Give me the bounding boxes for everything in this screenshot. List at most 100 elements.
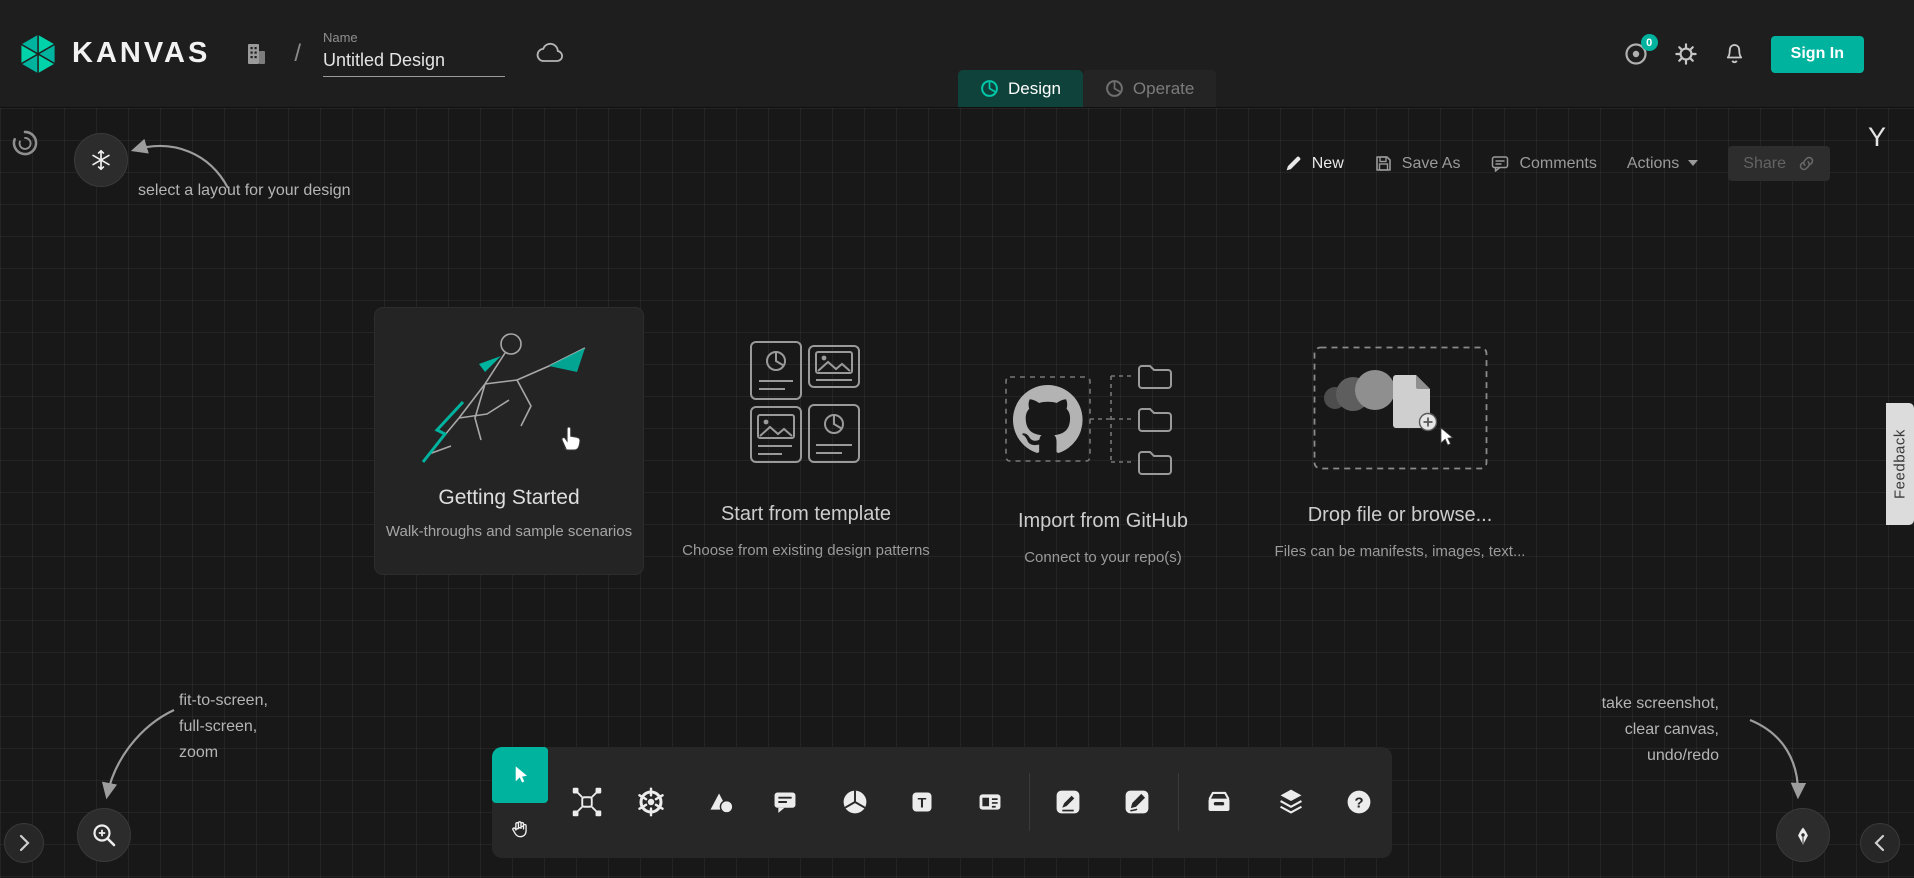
- save-as-button[interactable]: Save As: [1374, 154, 1461, 173]
- comment-icon: [766, 783, 804, 821]
- getting-started-caption: Walk-throughs and sample scenarios: [386, 523, 632, 540]
- tab-design[interactable]: Design: [958, 70, 1083, 107]
- tool-pan[interactable]: [498, 806, 542, 852]
- design-tab-icon: [980, 79, 999, 98]
- drop-file-caption: Files can be manifests, images, text...: [1275, 543, 1526, 560]
- card-icon: [971, 783, 1009, 821]
- help-icon: ?: [1340, 783, 1378, 821]
- drawer-icon: [1200, 783, 1238, 821]
- getting-started-illustration: [389, 322, 629, 482]
- design-actions-toolbar: New Save As Comments Actions Sh: [1284, 146, 1830, 181]
- tool-layers[interactable]: [1269, 780, 1313, 824]
- drop-file-card[interactable]: Drop file or browse... Files can be mani…: [1269, 346, 1531, 560]
- text-icon: T: [903, 783, 941, 821]
- comments-label: Comments: [1519, 155, 1596, 173]
- pencil-icon: [1284, 154, 1303, 173]
- save-as-label: Save As: [1402, 155, 1461, 173]
- chevron-left-icon: [1874, 834, 1886, 852]
- start-from-template-caption: Choose from existing design patterns: [682, 542, 930, 559]
- tool-shapes[interactable]: [698, 780, 742, 824]
- operate-tab-icon: [1105, 79, 1124, 98]
- tool-components[interactable]: [565, 780, 609, 824]
- meshery-spiral-icon[interactable]: [8, 126, 42, 165]
- meshery-logo-icon: [836, 783, 874, 821]
- drop-file-title: Drop file or browse...: [1308, 504, 1493, 527]
- layout-button[interactable]: [74, 133, 128, 187]
- github-import-icon: [1005, 360, 1201, 482]
- cloud-sync-icon[interactable]: [535, 42, 565, 66]
- annotation-pen-button[interactable]: [1776, 808, 1830, 862]
- actions-label: Actions: [1627, 155, 1679, 173]
- actions-dropdown[interactable]: Actions: [1627, 155, 1698, 173]
- annotate-pen-icon: [1049, 783, 1087, 821]
- topbar-right-cluster: 0 Sign In: [1623, 0, 1864, 108]
- organization-icon[interactable]: [244, 41, 268, 67]
- tool-select[interactable]: [492, 747, 548, 803]
- components-icon: [568, 783, 606, 821]
- tool-help[interactable]: ?: [1337, 780, 1381, 824]
- comments-icon: [1490, 154, 1510, 173]
- tab-operate-label: Operate: [1133, 79, 1194, 99]
- cursor-icon: [505, 760, 535, 790]
- share-label: Share: [1743, 155, 1786, 173]
- bell-icon[interactable]: [1723, 42, 1746, 67]
- tool-meshery[interactable]: [833, 780, 877, 824]
- pen-nib-icon: [1790, 821, 1816, 849]
- feedback-tab[interactable]: Feedback: [1886, 403, 1914, 525]
- layer5-corner-logo: Y: [1868, 122, 1886, 153]
- tool-kubernetes[interactable]: [629, 780, 673, 824]
- magnifier-icon: [90, 821, 118, 849]
- tool-text[interactable]: T: [900, 780, 944, 824]
- templates-icon: [750, 341, 862, 465]
- getting-started-title: Getting Started: [438, 486, 579, 510]
- chevron-right-icon: [18, 834, 30, 852]
- bottom-left-hint: fit-to-screen, full-screen, zoom: [179, 688, 268, 766]
- svg-text:T: T: [918, 796, 927, 812]
- import-from-github-card[interactable]: Import from GitHub Connect to your repo(…: [972, 360, 1234, 566]
- hand-icon: [505, 813, 535, 845]
- bottom-right-hint: take screenshot, clear canvas, undo/redo: [1602, 691, 1719, 769]
- share-button[interactable]: Share: [1728, 146, 1830, 181]
- getting-started-card[interactable]: Getting Started Walk-throughs and sample…: [375, 308, 643, 574]
- breadcrumb-separator: /: [294, 40, 301, 68]
- zoom-button[interactable]: [77, 808, 131, 862]
- tab-operate[interactable]: Operate: [1083, 70, 1216, 107]
- shapes-icon: [701, 783, 739, 821]
- top-bar: KANVAS / Name Design: [0, 0, 1914, 108]
- tool-import[interactable]: [1197, 780, 1241, 824]
- design-canvas[interactable]: Y select a layout for your design New Sa…: [0, 108, 1914, 878]
- gear-icon[interactable]: [1674, 42, 1698, 66]
- tool-card[interactable]: [968, 780, 1012, 824]
- expand-right-panel-button[interactable]: [1860, 823, 1900, 863]
- start-from-template-card[interactable]: Start from template Choose from existing…: [676, 341, 936, 559]
- design-name-label: Name: [323, 30, 505, 45]
- sign-in-button[interactable]: Sign In: [1771, 36, 1864, 73]
- comments-button[interactable]: Comments: [1490, 154, 1596, 173]
- draw-brush-icon: [1118, 783, 1156, 821]
- design-name-input[interactable]: [323, 48, 505, 77]
- dock-divider: [1178, 773, 1179, 831]
- tool-dock: T: [492, 747, 1392, 858]
- tool-annotate[interactable]: [1046, 780, 1090, 824]
- helm-wheel-icon: [632, 783, 670, 821]
- dock-divider: [1029, 773, 1030, 831]
- layers-icon: [1272, 783, 1310, 821]
- brand: KANVAS: [16, 32, 210, 76]
- brand-name: KANVAS: [72, 37, 210, 70]
- link-icon: [1798, 155, 1815, 172]
- import-from-github-title: Import from GitHub: [1018, 510, 1188, 533]
- tool-comment[interactable]: [763, 780, 807, 824]
- new-label: New: [1312, 155, 1344, 173]
- design-name-group: Name: [323, 30, 505, 77]
- start-from-template-title: Start from template: [721, 503, 891, 526]
- expand-left-panel-button[interactable]: [4, 823, 44, 863]
- svg-text:?: ?: [1354, 795, 1363, 812]
- snowflake-icon: [87, 146, 115, 174]
- kanvas-logo-icon: [16, 32, 60, 76]
- layout-hint: select a layout for your design: [138, 178, 351, 204]
- tab-design-label: Design: [1008, 79, 1061, 99]
- save-icon: [1374, 154, 1393, 173]
- tool-draw[interactable]: [1115, 780, 1159, 824]
- provider-ring-icon[interactable]: 0: [1623, 41, 1649, 67]
- new-button[interactable]: New: [1284, 154, 1344, 173]
